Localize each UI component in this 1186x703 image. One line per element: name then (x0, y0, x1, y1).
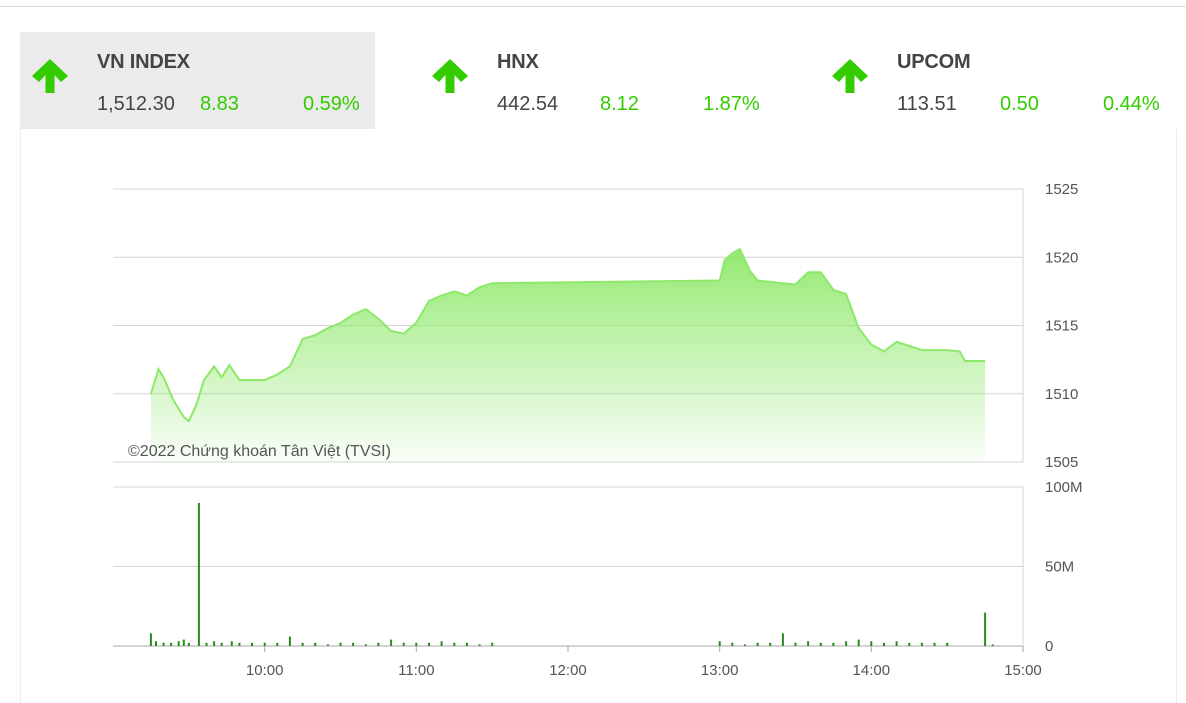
volume-bar (428, 642, 430, 646)
volume-bar (288, 636, 291, 646)
volume-bar (807, 641, 810, 646)
volume-bar (415, 642, 418, 646)
volume-bar (155, 641, 157, 646)
index-change: 0.50 (1000, 93, 1039, 115)
index-percent: 1.87% (703, 93, 760, 115)
volume-bar (984, 612, 987, 646)
time-tick-label: 13:00 (701, 662, 739, 679)
arrow-up-icon (432, 59, 468, 93)
arrow-up-icon (832, 59, 868, 93)
volume-bar (908, 642, 911, 646)
volume-bars (149, 502, 994, 646)
volume-grid (113, 486, 1024, 647)
volume-bar (845, 641, 848, 646)
index-tile-hnx[interactable]: HNX 442.54 8.12 1.87% (420, 32, 775, 129)
volume-bar (182, 639, 185, 646)
volume-bar (453, 642, 456, 646)
volume-bar (883, 642, 885, 646)
volume-bar (276, 642, 279, 646)
volume-bar (326, 644, 329, 646)
volume-bar (339, 642, 342, 646)
volume-bar (920, 642, 923, 646)
volume-bar (213, 641, 216, 646)
time-tick-label: 10:00 (246, 662, 284, 679)
intraday-chart: 1525 1520 1515 1510 1505 ©2022 Chứng khoán T… (113, 181, 1083, 679)
index-percent: 0.59% (303, 93, 360, 115)
volume-bar (263, 642, 266, 646)
volume-bar (491, 642, 494, 646)
index-change: 8.83 (200, 93, 239, 115)
volume-bar (170, 642, 173, 646)
volume-bar (301, 642, 304, 646)
time-tick-label: 14:00 (853, 662, 891, 679)
price-tick-label: 1515 (1045, 318, 1078, 335)
price-tick-label: 1525 (1045, 181, 1078, 198)
volume-bar (832, 642, 835, 646)
volume-bar (364, 644, 367, 646)
index-percent: 0.44% (1103, 93, 1160, 115)
index-price: 442.54 (497, 93, 559, 115)
volume-bar (205, 642, 208, 646)
volume-bar (390, 639, 393, 646)
volume-bar (440, 641, 443, 646)
volume-y-axis: 100M 50M 0 (1045, 479, 1083, 655)
volume-bar (991, 644, 994, 646)
volume-bar (731, 642, 734, 646)
volume-bar (251, 642, 253, 646)
volume-bar (946, 642, 949, 646)
price-y-axis: 1525 1520 1515 1510 1505 (1045, 181, 1078, 471)
volume-bar (177, 641, 180, 646)
price-tick-label: 1505 (1045, 454, 1078, 471)
time-tick-label: 15:00 (1004, 662, 1042, 679)
time-tick-label: 11:00 (398, 662, 434, 679)
volume-bar (743, 644, 746, 646)
volume-bar (187, 642, 190, 646)
volume-tick-label: 100M (1045, 479, 1083, 496)
index-change: 8.12 (600, 93, 639, 115)
volume-bar (895, 641, 898, 646)
volume-bar (352, 642, 355, 646)
index-tile-upcom[interactable]: UPCOM 113.51 0.50 0.44% (820, 32, 1175, 129)
volume-bar (781, 633, 784, 646)
price-tick-label: 1510 (1045, 386, 1078, 403)
copyright-text: ©2022 Chứng khoán Tân Việt (TVSI) (128, 443, 391, 460)
time-tick-label: 12:00 (549, 662, 587, 679)
volume-bar (377, 642, 380, 646)
volume-bar (220, 642, 223, 646)
volume-bar (933, 642, 936, 646)
volume-bar (238, 642, 241, 646)
volume-bar (478, 644, 481, 646)
volume-bar (465, 642, 468, 646)
volume-tick-label: 0 (1045, 638, 1053, 655)
time-x-axis: 10:00 11:00 12:00 13:00 14:00 15:00 (246, 646, 1042, 679)
price-tick-label: 1520 (1045, 249, 1078, 266)
top-divider (0, 6, 1186, 7)
volume-tick-label: 50M (1045, 559, 1074, 576)
volume-bar (402, 642, 405, 646)
volume-bar (870, 641, 873, 646)
volume-bar (162, 642, 165, 646)
index-price: 113.51 (897, 93, 957, 115)
volume-bar (314, 642, 317, 646)
volume-bar (769, 642, 772, 646)
volume-bar (718, 641, 721, 646)
volume-bar (857, 639, 860, 646)
volume-bar (819, 642, 822, 646)
index-tile-vnindex[interactable]: VN INDEX 1,512.30 8.83 0.59% (20, 32, 375, 129)
price-area (150, 249, 986, 462)
volume-bar (230, 641, 233, 646)
volume-bar (756, 642, 759, 646)
arrow-up-icon (32, 59, 68, 93)
index-price: 1,512.30 (97, 93, 175, 115)
volume-bar (197, 502, 200, 646)
index-name: VN INDEX (97, 51, 190, 73)
volume-bar (794, 642, 797, 646)
index-name: HNX (497, 51, 539, 73)
chart-panel: 1525 1520 1515 1510 1505 ©2022 Chứng khoán T… (20, 129, 1177, 703)
volume-bar (149, 633, 152, 646)
index-name: UPCOM (897, 51, 971, 73)
